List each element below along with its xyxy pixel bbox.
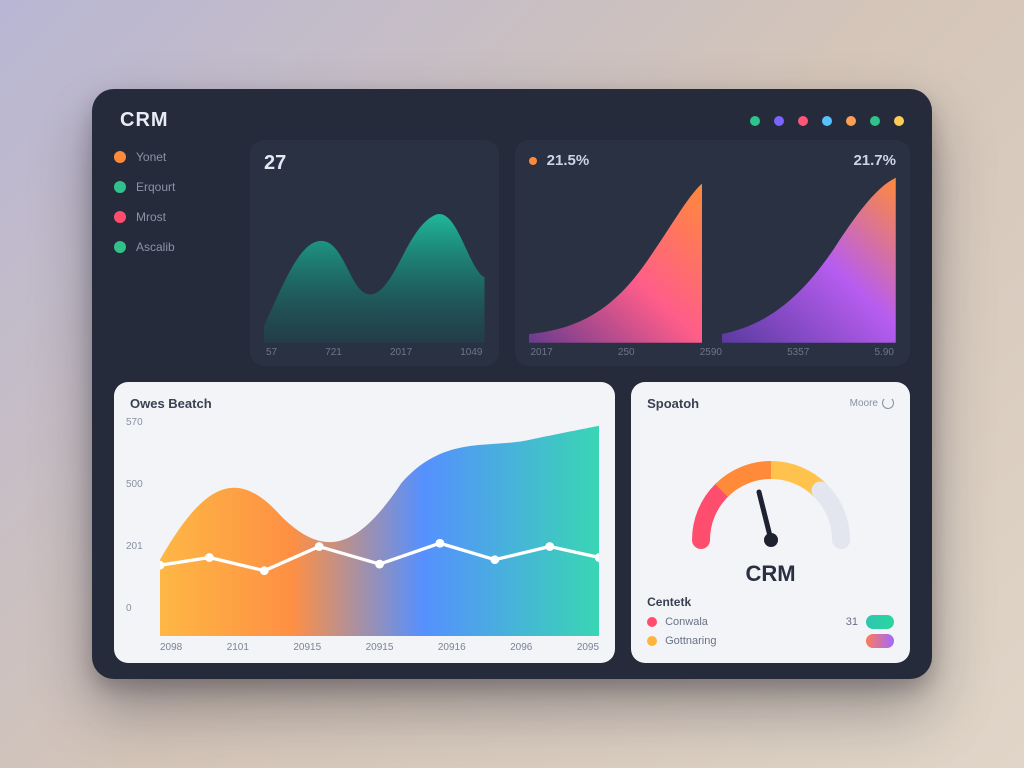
axis-tick: 20916	[438, 642, 466, 653]
main-chart-title: Owes Beatch	[130, 396, 599, 411]
axis-tick: 2017	[390, 347, 412, 358]
axis-tick: 5.90	[875, 347, 894, 358]
gauge-card[interactable]: Spoatoh Moore CR	[631, 382, 910, 664]
gauge-legend-header: Centetk	[647, 595, 894, 609]
axis-tick: 500	[126, 479, 156, 490]
sidebar-item-label: Mrost	[136, 210, 166, 224]
chart-b	[529, 169, 897, 343]
sidebar-item[interactable]: Yonet	[114, 150, 234, 164]
gauge-legend-row: Conwala 31	[647, 615, 894, 629]
toggle-pill[interactable]	[866, 615, 894, 629]
status-dot[interactable]	[870, 116, 880, 126]
axis-tick: 201	[126, 541, 156, 552]
axis-tick: 2095	[577, 642, 599, 653]
main-area-chart-card[interactable]: Owes Beatch 570 500 201 0	[114, 382, 615, 664]
legend-label: Gottnaring	[665, 635, 716, 647]
sidebar-item-label: Erqourt	[136, 180, 175, 194]
axis-tick: 57	[266, 347, 277, 358]
axis-tick: 2096	[510, 642, 532, 653]
sidebar-item-label: Ascalib	[136, 240, 175, 254]
axis-tick: 20915	[366, 642, 394, 653]
axis-tick: 2590	[700, 347, 722, 358]
gauge-center-label: CRM	[647, 561, 894, 587]
legend-dot-icon	[647, 636, 657, 646]
metric-b-right: 21.7%	[853, 152, 896, 169]
axis-tick: 721	[325, 347, 342, 358]
brand-title: CRM	[120, 109, 169, 132]
chart-b-x-axis: 2017 250 2590 5357 5.90	[529, 343, 897, 358]
status-dot[interactable]	[750, 116, 760, 126]
dashboard-frame: CRM Yonet Erqourt Mrost Ascalib 27 57 721	[92, 89, 932, 679]
dot-icon	[529, 157, 537, 165]
axis-tick: 1049	[460, 347, 482, 358]
axis-tick: 5357	[787, 347, 809, 358]
refresh-icon	[882, 397, 894, 409]
sidebar-item[interactable]: Mrost	[114, 210, 234, 224]
gauge-header: Spoatoh Moore	[647, 396, 894, 411]
main-chart: 5705002010	[130, 417, 599, 637]
gauge-chart	[647, 417, 894, 584]
main-chart-y-axis: 570 500 201 0	[126, 417, 156, 615]
gauge-legend: Centetk Conwala 31 Gottnaring	[647, 595, 894, 653]
status-dot[interactable]	[774, 116, 784, 126]
metric-card-b[interactable]: 21.5% 21.7%	[515, 140, 911, 366]
sidebar-item[interactable]: Ascalib	[114, 240, 234, 254]
axis-tick: 250	[618, 347, 635, 358]
legend-dot-icon	[114, 241, 126, 253]
gauge-title: Spoatoh	[647, 396, 699, 411]
metric-b-left: 21.5%	[529, 152, 590, 169]
legend-value: 31	[846, 616, 858, 628]
sidebar-item[interactable]: Erqourt	[114, 180, 234, 194]
status-dot[interactable]	[798, 116, 808, 126]
legend-dot-icon	[114, 181, 126, 193]
legend-label: Conwala	[665, 616, 708, 628]
gauge-more-button[interactable]: Moore	[850, 397, 894, 409]
metric-b-header: 21.5% 21.7%	[529, 152, 897, 169]
axis-tick: 2101	[227, 642, 249, 653]
axis-tick: 2017	[531, 347, 553, 358]
main-chart-x-axis: 2098 2101 20915 20915 20916 2096 2095	[130, 636, 599, 653]
metric-card-a[interactable]: 27 57 721 2017 1049	[250, 140, 499, 366]
status-dot[interactable]	[822, 116, 832, 126]
axis-tick: 20915	[293, 642, 321, 653]
metric-a-value: 27	[264, 152, 485, 175]
gauge-more-label: Moore	[850, 398, 878, 409]
status-dot[interactable]	[894, 116, 904, 126]
chart-a-x-axis: 57 721 2017 1049	[264, 343, 485, 358]
chart-a	[264, 179, 485, 343]
axis-tick: 570	[126, 417, 156, 428]
legend-sidebar: Yonet Erqourt Mrost Ascalib	[114, 140, 234, 366]
metric-b-left-value: 21.5%	[547, 152, 590, 169]
metric-b-right-value: 21.7%	[853, 152, 896, 169]
legend-dot-icon	[647, 617, 657, 627]
toggle-pill[interactable]	[866, 634, 894, 648]
axis-tick: 0	[126, 603, 156, 614]
legend-dot-icon	[114, 151, 126, 163]
axis-tick: 2098	[160, 642, 182, 653]
gauge-legend-row: Gottnaring	[647, 634, 894, 648]
sidebar-item-label: Yonet	[136, 150, 166, 164]
topbar: CRM	[114, 109, 910, 140]
legend-dot-icon	[114, 211, 126, 223]
status-dot-row	[750, 116, 904, 126]
status-dot[interactable]	[846, 116, 856, 126]
